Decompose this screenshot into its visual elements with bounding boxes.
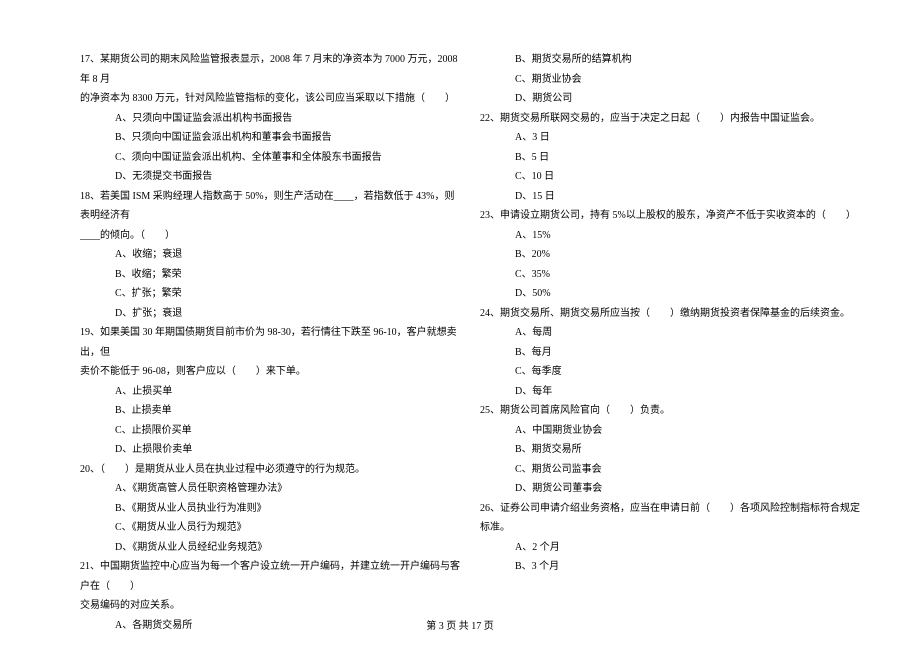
question-24: 24、期货交易所、期货交易所应当按（ ）缴纳期货投资者保障基金的后续资金。 A、… <box>480 304 860 402</box>
q18-option-d: D、扩张；衰退 <box>80 304 460 324</box>
q17-option-c: C、须向中国证监会派出机构、全体董事和全体股东书面报告 <box>80 148 460 168</box>
q20-option-a: A、《期货高管人员任职资格管理办法》 <box>80 479 460 499</box>
q23-option-d: D、50% <box>480 284 860 304</box>
q24-text: 24、期货交易所、期货交易所应当按（ ）缴纳期货投资者保障基金的后续资金。 <box>480 304 860 324</box>
q25-option-b: B、期货交易所 <box>480 440 860 460</box>
question-22: 22、期货交易所联网交易的，应当于决定之日起（ ）内报告中国证监会。 A、3 日… <box>480 109 860 207</box>
q22-text: 22、期货交易所联网交易的，应当于决定之日起（ ）内报告中国证监会。 <box>480 109 860 129</box>
right-column: B、期货交易所的结算机构 C、期货业协会 D、期货公司 22、期货交易所联网交易… <box>480 50 860 635</box>
q19-option-b: B、止损卖单 <box>80 401 460 421</box>
q21-line2: 交易编码的对应关系。 <box>80 596 460 616</box>
q17-option-a: A、只须向中国证监会派出机构书面报告 <box>80 109 460 129</box>
q24-option-b: B、每月 <box>480 343 860 363</box>
q20-text: 20、（ ）是期货从业人员在执业过程中必须遵守的行为规范。 <box>80 460 460 480</box>
question-21-continued: B、期货交易所的结算机构 C、期货业协会 D、期货公司 <box>480 50 860 109</box>
q17-line1: 17、某期货公司的期末风险监管报表显示，2008 年 7 月末的净资本为 700… <box>80 50 460 89</box>
q19-option-a: A、止损买单 <box>80 382 460 402</box>
q18-option-c: C、扩张；繁荣 <box>80 284 460 304</box>
q21-option-b: B、期货交易所的结算机构 <box>480 50 860 70</box>
q23-text: 23、申请设立期货公司，持有 5%以上股权的股东，净资产不低于实收资本的（ ） <box>480 206 860 226</box>
q26-option-a: A、2 个月 <box>480 538 860 558</box>
question-18: 18、若美国 ISM 采购经理人指数高于 50%，则生产活动在____，若指数低… <box>80 187 460 324</box>
question-25: 25、期货公司首席风险官向（ ）负责。 A、中国期货业协会 B、期货交易所 C、… <box>480 401 860 499</box>
q21-line1: 21、中国期货监控中心应当为每一个客户设立统一开户编码，并建立统一开户编码与客户… <box>80 557 460 596</box>
q19-option-c: C、止损限价买单 <box>80 421 460 441</box>
q18-option-b: B、收缩；繁荣 <box>80 265 460 285</box>
q24-option-a: A、每周 <box>480 323 860 343</box>
q19-line1: 19、如果美国 30 年期国债期货目前市价为 98-30，若行情往下跌至 96-… <box>80 323 460 362</box>
question-17: 17、某期货公司的期末风险监管报表显示，2008 年 7 月末的净资本为 700… <box>80 50 460 187</box>
q26-option-b: B、3 个月 <box>480 557 860 577</box>
q23-option-a: A、15% <box>480 226 860 246</box>
q18-option-a: A、收缩；衰退 <box>80 245 460 265</box>
q17-line2: 的净资本为 8300 万元，针对风险监管指标的变化，该公司应当采取以下措施（ ） <box>80 89 460 109</box>
q18-line1: 18、若美国 ISM 采购经理人指数高于 50%，则生产活动在____，若指数低… <box>80 187 460 226</box>
q25-option-a: A、中国期货业协会 <box>480 421 860 441</box>
q23-option-b: B、20% <box>480 245 860 265</box>
q21-option-d: D、期货公司 <box>480 89 860 109</box>
q24-option-d: D、每年 <box>480 382 860 402</box>
q19-option-d: D、止损限价卖单 <box>80 440 460 460</box>
q20-option-d: D、《期货从业人员经纪业务规范》 <box>80 538 460 558</box>
q24-option-c: C、每季度 <box>480 362 860 382</box>
q25-option-c: C、期货公司监事会 <box>480 460 860 480</box>
q19-line2: 卖价不能低于 96-08，则客户应以（ ）来下单。 <box>80 362 460 382</box>
left-column: 17、某期货公司的期末风险监管报表显示，2008 年 7 月末的净资本为 700… <box>80 50 460 635</box>
q22-option-b: B、5 日 <box>480 148 860 168</box>
q22-option-c: C、10 日 <box>480 167 860 187</box>
q26-text: 26、证券公司申请介绍业务资格，应当在申请日前（ ）各项风险控制指标符合规定标准… <box>480 499 860 538</box>
q18-line2: ____的倾向。（ ） <box>80 226 460 246</box>
q17-option-d: D、无须提交书面报告 <box>80 167 460 187</box>
q25-option-d: D、期货公司董事会 <box>480 479 860 499</box>
question-19: 19、如果美国 30 年期国债期货目前市价为 98-30，若行情往下跌至 96-… <box>80 323 460 460</box>
q20-option-b: B、《期货从业人员执业行为准则》 <box>80 499 460 519</box>
q20-option-c: C、《期货从业人员行为规范》 <box>80 518 460 538</box>
question-20: 20、（ ）是期货从业人员在执业过程中必须遵守的行为规范。 A、《期货高管人员任… <box>80 460 460 558</box>
q22-option-a: A、3 日 <box>480 128 860 148</box>
question-26: 26、证券公司申请介绍业务资格，应当在申请日前（ ）各项风险控制指标符合规定标准… <box>480 499 860 577</box>
q23-option-c: C、35% <box>480 265 860 285</box>
q17-option-b: B、只须向中国证监会派出机构和董事会书面报告 <box>80 128 460 148</box>
page-footer: 第 3 页 共 17 页 <box>0 617 920 632</box>
q22-option-d: D、15 日 <box>480 187 860 207</box>
q21-option-c: C、期货业协会 <box>480 70 860 90</box>
q25-text: 25、期货公司首席风险官向（ ）负责。 <box>480 401 860 421</box>
question-23: 23、申请设立期货公司，持有 5%以上股权的股东，净资产不低于实收资本的（ ） … <box>480 206 860 304</box>
